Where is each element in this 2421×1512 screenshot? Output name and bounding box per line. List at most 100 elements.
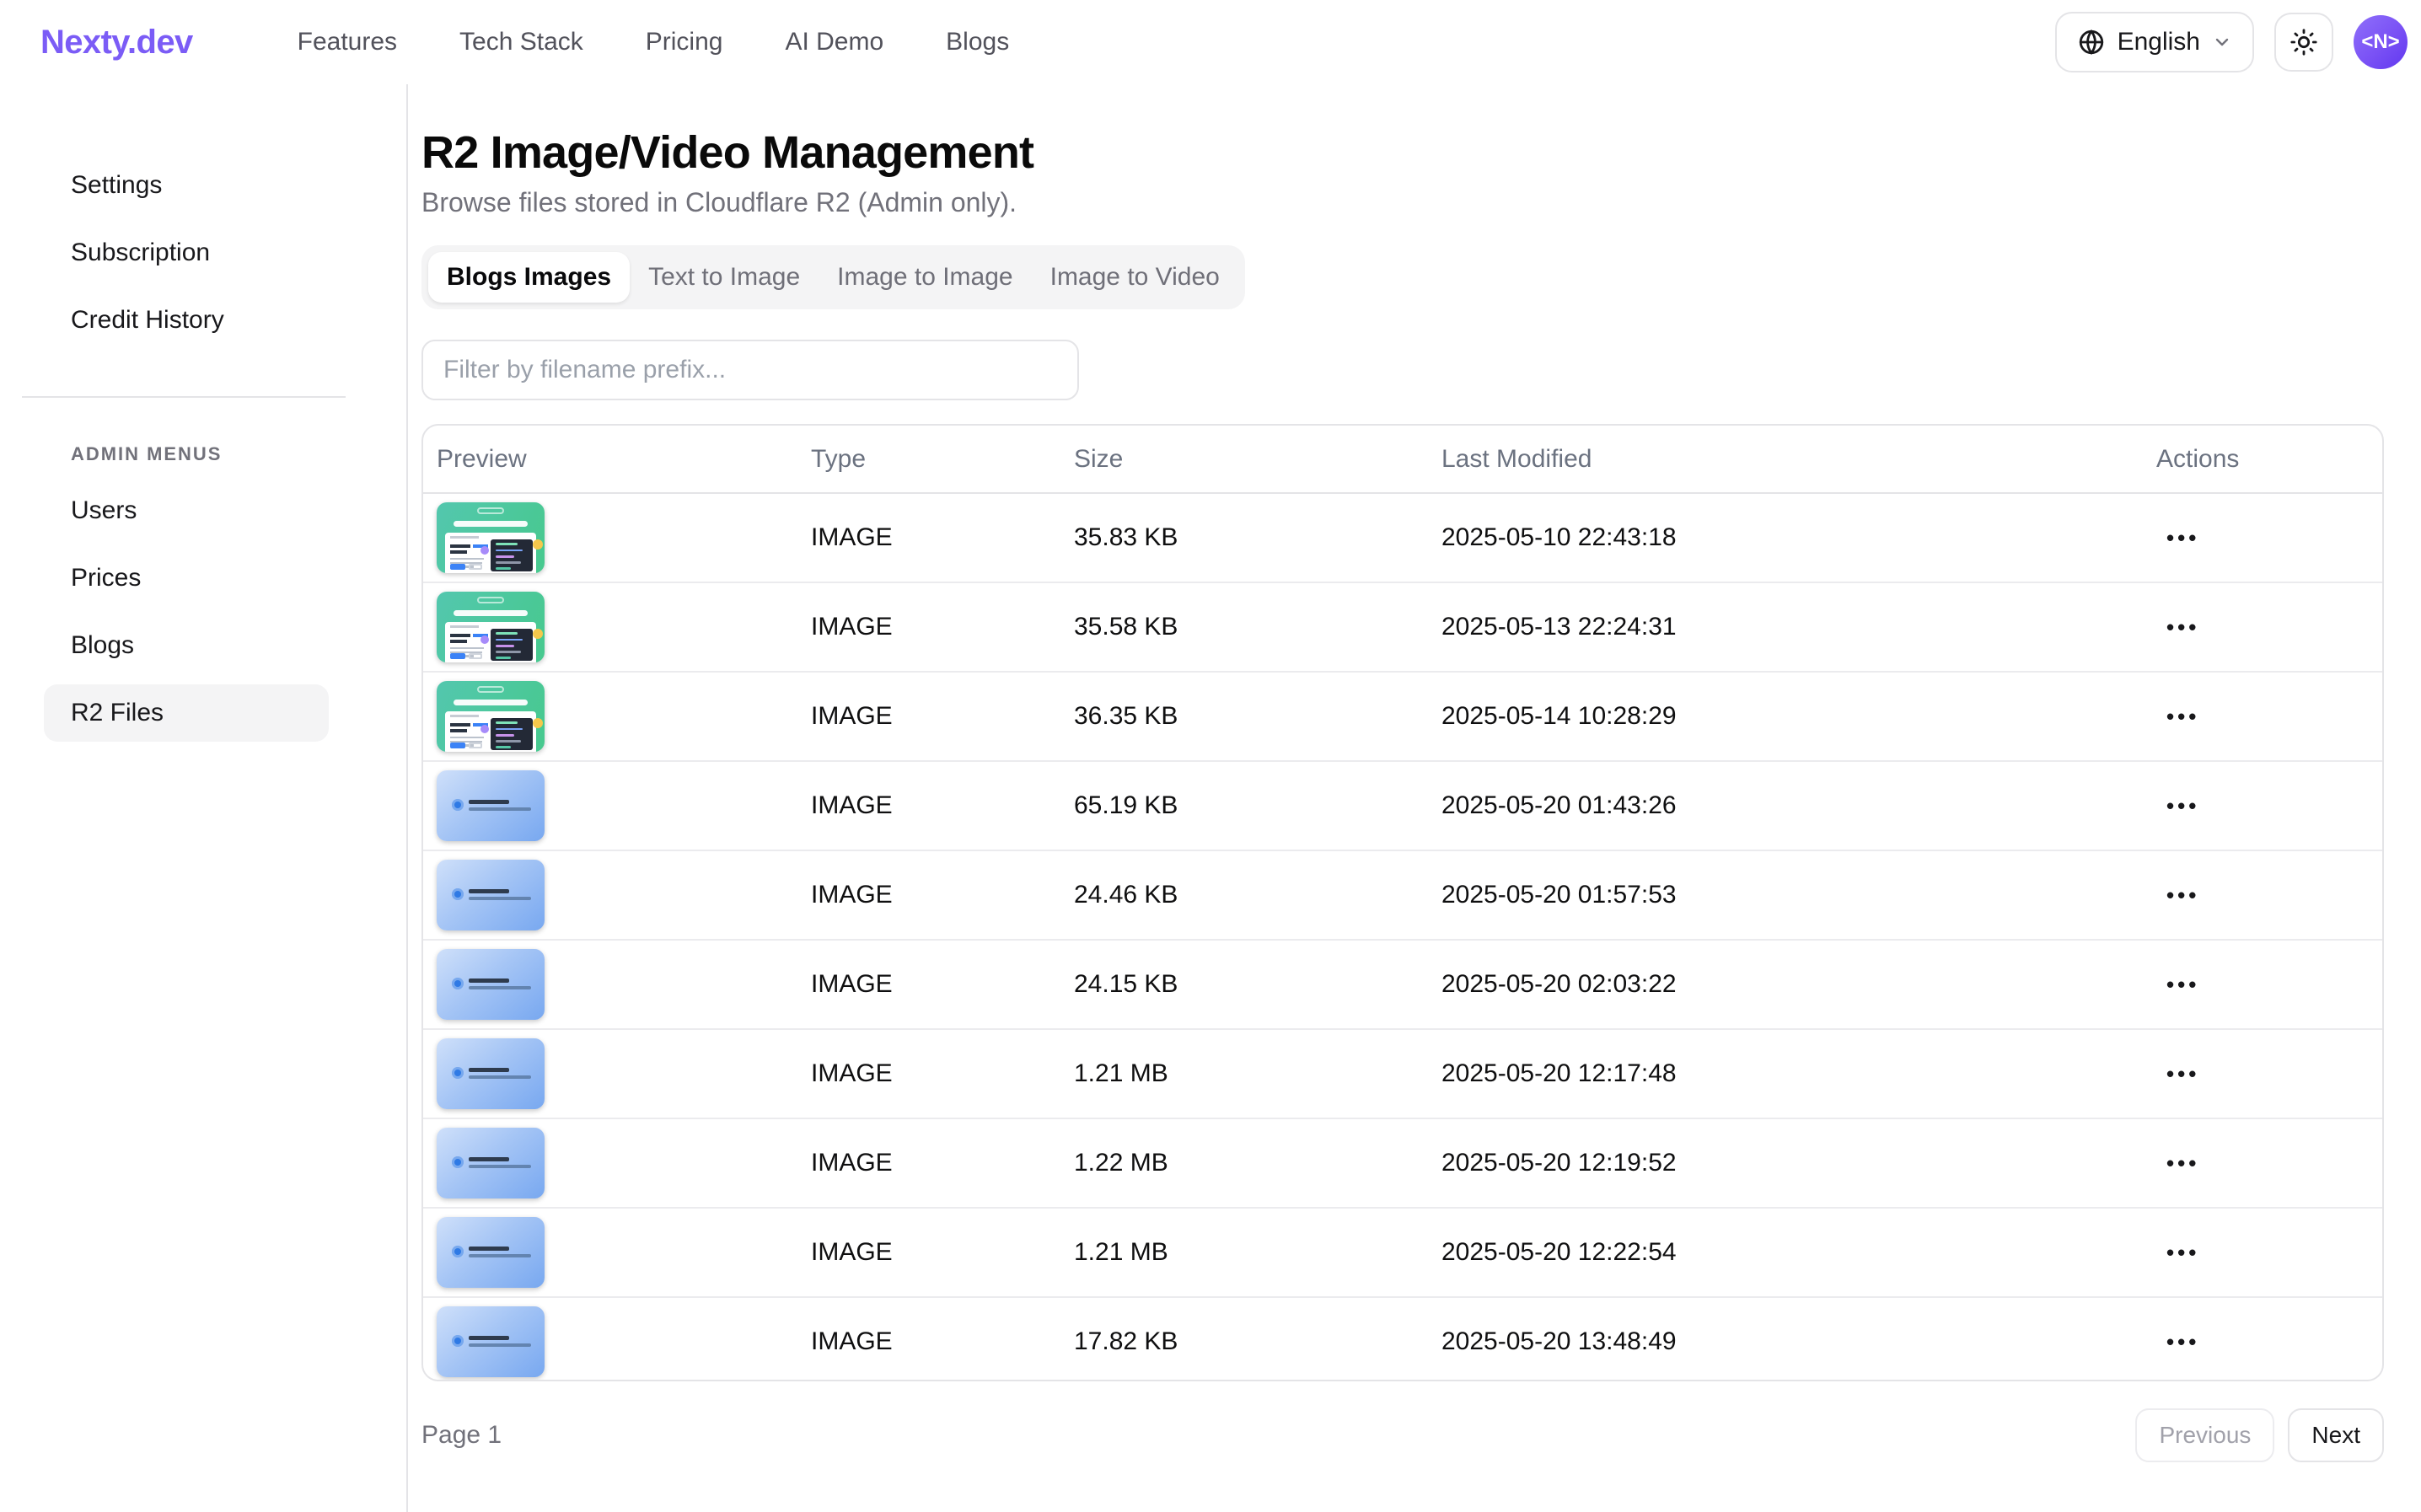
file-thumbnail[interactable] [437,1306,545,1377]
language-selector-button[interactable]: English [2055,12,2254,72]
preview-cell [423,761,797,850]
file-type-cell: IMAGE [797,940,1060,1029]
page-subtitle: Browse files stored in Cloudflare R2 (Ad… [421,187,2384,218]
file-type: IMAGE [811,702,893,730]
header-controls: English <N> [2055,12,2408,72]
column-header-size: Size [1060,426,1428,493]
file-size: 35.83 KB [1074,523,1178,551]
file-size: 36.35 KB [1074,702,1178,730]
file-thumbnail[interactable] [437,1128,545,1198]
tab-image-to-video[interactable]: Image to Video [1032,252,1238,303]
file-size-cell: 1.21 MB [1060,1029,1428,1118]
sidebar-item-credit-history[interactable]: Credit History [44,292,329,349]
row-actions-button[interactable]: ••• [2156,786,2209,826]
file-thumbnail[interactable] [437,681,545,752]
column-header-type: Type [797,426,1060,493]
sidebar-item-r2-files[interactable]: R2 Files [44,684,329,742]
filename-filter-input[interactable] [421,340,1079,400]
row-actions-button[interactable]: ••• [2156,1233,2209,1273]
file-thumbnail[interactable] [437,1217,545,1288]
file-size-cell: 65.19 KB [1060,761,1428,850]
file-size: 1.21 MB [1074,1238,1168,1266]
file-type: IMAGE [811,613,893,641]
file-thumbnail[interactable] [437,860,545,930]
column-header-preview: Preview [423,426,797,493]
preview-cell [423,1029,797,1118]
brand-logo[interactable]: Nexty.dev [40,24,193,62]
file-size-cell: 17.82 KB [1060,1297,1428,1381]
preview-cell [423,582,797,672]
row-actions-button[interactable]: ••• [2156,1054,2209,1094]
file-modified-cell: 2025-05-20 12:19:52 [1428,1118,2143,1208]
nav-link-blogs[interactable]: Blogs [946,28,1009,56]
nav-link-tech-stack[interactable]: Tech Stack [459,28,583,56]
file-size: 1.21 MB [1074,1059,1168,1087]
globe-icon [2077,28,2106,56]
page-indicator: Page 1 [421,1421,502,1450]
nav-link-pricing[interactable]: Pricing [646,28,723,56]
row-actions-button[interactable]: ••• [2156,965,2209,1005]
actions-cell: ••• [2143,672,2382,761]
row-actions-button[interactable]: ••• [2156,697,2209,737]
file-type: IMAGE [811,881,893,909]
file-last-modified: 2025-05-13 22:24:31 [1441,613,1677,641]
file-last-modified: 2025-05-20 12:19:52 [1441,1149,1677,1177]
file-last-modified: 2025-05-14 10:28:29 [1441,702,1677,730]
file-thumbnail[interactable] [437,502,545,573]
row-actions-button[interactable]: ••• [2156,1144,2209,1183]
file-type: IMAGE [811,523,893,551]
table-row: IMAGE65.19 KB2025-05-20 01:43:26••• [423,761,2382,850]
sidebar: Settings Subscription Credit History ADMIN… [0,84,408,1512]
table-header-row: PreviewTypeSizeLast ModifiedActions [423,426,2382,493]
sidebar-item-settings[interactable]: Settings [44,157,329,214]
user-avatar[interactable]: <N> [2354,15,2408,69]
file-thumbnail[interactable] [437,1038,545,1109]
tab-image-to-image[interactable]: Image to Image [819,252,1031,303]
nav-link-ai-demo[interactable]: AI Demo [785,28,883,56]
row-actions-button[interactable]: ••• [2156,608,2209,647]
table-row: IMAGE 35.58 KB 2025-05-13 22:24:31 ••• [423,582,2382,672]
actions-cell: ••• [2143,1297,2382,1381]
row-actions-button[interactable]: ••• [2156,1322,2209,1362]
tab-blogs-images[interactable]: Blogs Images [428,252,630,303]
file-thumbnail[interactable] [437,949,545,1020]
table-row: IMAGE1.21 MB2025-05-20 12:22:54••• [423,1208,2382,1297]
file-size-cell: 1.22 MB [1060,1118,1428,1208]
sidebar-user-group: Settings Subscription Credit History [0,157,406,349]
sun-icon [2289,28,2318,56]
previous-page-button[interactable]: Previous [2135,1408,2274,1462]
table-row: IMAGE 24.46 KB 2025-05-20 01:57:53 ••• [423,850,2382,940]
file-size: 24.15 KB [1074,970,1178,998]
file-thumbnail[interactable] [437,770,545,841]
file-modified-cell: 2025-05-20 01:57:53 [1428,850,2143,940]
sidebar-item-prices[interactable]: Prices [44,550,329,607]
file-last-modified: 2025-05-20 01:43:26 [1441,791,1677,819]
file-type: IMAGE [811,970,893,998]
table-row: IMAGE 1.22 MB 2025-05-20 12:19:52 ••• [423,1118,2382,1208]
app-body: Settings Subscription Credit History ADMIN… [0,84,2421,1512]
file-thumbnail[interactable] [437,592,545,662]
row-actions-button[interactable]: ••• [2156,876,2209,915]
theme-toggle-button[interactable] [2274,13,2333,72]
tab-text-to-image[interactable]: Text to Image [630,252,819,303]
file-size-cell: 1.21 MB [1060,1208,1428,1297]
file-last-modified: 2025-05-20 13:48:49 [1441,1327,1677,1355]
file-modified-cell: 2025-05-20 13:48:49 [1428,1297,2143,1381]
sidebar-item-subscription[interactable]: Subscription [44,224,329,281]
file-modified-cell: 2025-05-14 10:28:29 [1428,672,2143,761]
file-type: IMAGE [811,1149,893,1177]
row-actions-button[interactable]: ••• [2156,518,2209,558]
file-size: 35.58 KB [1074,613,1178,641]
file-type-cell: IMAGE [797,582,1060,672]
nav-link-features[interactable]: Features [298,28,397,56]
actions-cell: ••• [2143,761,2382,850]
file-size: 24.46 KB [1074,881,1178,909]
sidebar-item-blogs[interactable]: Blogs [44,617,329,674]
sidebar-section-label: ADMIN MENUS [71,443,406,465]
next-page-button[interactable]: Next [2288,1408,2384,1462]
file-size: 17.82 KB [1074,1327,1178,1355]
sidebar-item-users[interactable]: Users [44,482,329,539]
main-content: R2 Image/Video Management Browse files s… [408,84,2421,1512]
file-last-modified: 2025-05-20 01:57:53 [1441,881,1677,909]
actions-cell: ••• [2143,1208,2382,1297]
